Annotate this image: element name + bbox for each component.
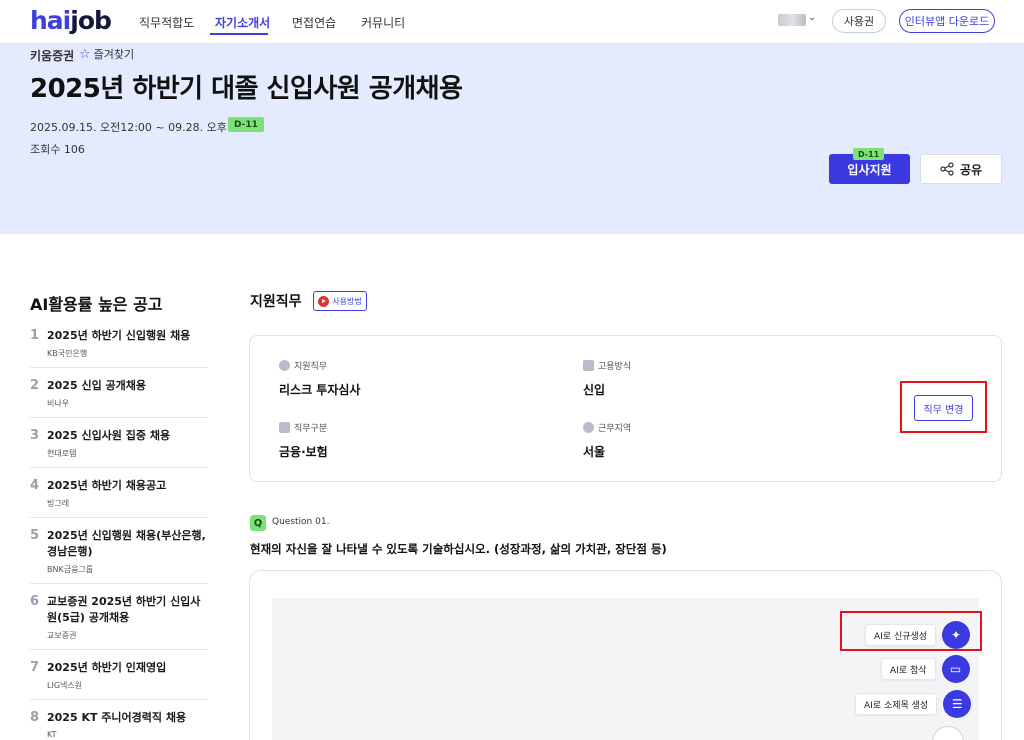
posting-title: 교보증권 2025년 하반기 신입사원(5급) 공개채용 (47, 595, 201, 624)
ai-revise-label[interactable]: AI로 첨삭 (881, 658, 936, 680)
popular-postings-list: 1 2025년 하반기 신입행원 채용 KB국민은행 2 2025 신입 공개채용비나… (30, 318, 208, 740)
favorite-button[interactable]: ☆ 즐겨찾기 (79, 46, 134, 62)
category-icon (279, 422, 290, 433)
posting-title: 2025년 하반기 인재영입 (47, 661, 167, 674)
rank-number: 1 (30, 328, 40, 343)
share-label: 공유 (959, 162, 983, 177)
chevron-down-icon[interactable]: ⌄ (808, 12, 816, 23)
company-name[interactable]: 키움증권 (30, 47, 74, 64)
list-item[interactable]: 4 2025년 하반기 채용공고빙그레 (30, 468, 208, 518)
ai-subtitle-label[interactable]: AI로 소제목 생성 (855, 693, 938, 715)
rank-number: 3 (30, 428, 40, 443)
document-icon[interactable]: ☰ (943, 690, 972, 718)
highlight-box (900, 381, 987, 433)
posting-company: 빙그레 (47, 499, 70, 508)
target-icon (279, 360, 290, 371)
question-text: 현재의 자신을 잘 나타낼 수 있도록 기술하십시오. (성장과정, 삶의 가치… (250, 542, 667, 556)
rank-number: 6 (30, 594, 40, 609)
rank-number: 4 (30, 478, 40, 493)
list-item[interactable]: 1 2025년 하반기 신입행원 채용 KB국민은행 (30, 318, 208, 368)
share-button[interactable]: 공유 (920, 154, 1002, 184)
list-item[interactable]: 5 2025년 신입행원 채용(부산은행, 경남은행) BNK금융그룹 (30, 518, 208, 584)
calendar-icon (583, 360, 594, 371)
ai-revise-row: AI로 첨삭 ▭ (881, 655, 970, 683)
posting-company: 교보증권 (47, 631, 77, 640)
profile-avatar[interactable] (778, 14, 806, 26)
ai-subtitle-row: AI로 소제목 생성 ☰ (855, 690, 972, 718)
nav-interview[interactable]: 면접연습 (292, 14, 336, 31)
share-icon (940, 162, 954, 176)
question-number: Question 01. (272, 517, 330, 527)
apply-dday-badge: D-11 (853, 148, 885, 160)
posting-company: 비나우 (47, 399, 70, 408)
rank-number: 7 (30, 660, 40, 675)
howto-button[interactable]: 사용방법 (313, 291, 367, 311)
job-info-card (249, 335, 1002, 482)
application-period: 2025.09.15. 오전12:00 ~ 09.28. 오후11:00 (30, 121, 259, 134)
posting-title: 2025년 하반기 신입행원 채용 (47, 329, 191, 342)
posting-title: 2025 신입사원 집중 채용 (47, 429, 171, 442)
posting-company: KB국민은행 (47, 349, 88, 358)
nav-community[interactable]: 커뮤니티 (361, 14, 405, 31)
posting-title: 2025년 하반기 채용공고 (47, 479, 167, 492)
job-field-value: 리스크 투자심사 (279, 383, 361, 397)
youtube-play-icon (318, 295, 330, 307)
sidebar-title: AI활용률 높은 공고 (30, 295, 163, 314)
view-count: 조회수 106 (30, 143, 85, 156)
job-category-value: 금융·보험 (279, 445, 328, 459)
posting-company: BNK금융그룹 (47, 565, 94, 574)
list-item[interactable]: 2 2025 신입 공개채용비나우 (30, 368, 208, 418)
posting-company: KT (47, 730, 57, 739)
location-value: 서울 (583, 445, 606, 459)
top-navigation: haijob 직무적합도 자기소개서 면접연습 커뮤니티 ⌄ 사용권 인터뷰앱 … (0, 0, 1024, 44)
posting-title: 2025 신입 공개채용 (47, 379, 146, 392)
list-item[interactable]: 7 2025년 하반기 인재영입 LIG넥스원 (30, 650, 208, 700)
rank-number: 8 (30, 710, 40, 725)
job-field-label: 지원직무 (279, 359, 327, 372)
posting-company: LIG넥스원 (47, 681, 83, 690)
active-nav-indicator (210, 33, 268, 35)
page-title: 2025년 하반기 대졸 신입사원 공개채용 (30, 74, 463, 104)
rank-number: 2 (30, 378, 40, 393)
star-icon: ☆ (79, 46, 91, 62)
highlight-box (840, 611, 982, 651)
list-item[interactable]: 8 2025 KT 주니어경력직 채용 KT (30, 700, 208, 740)
dday-badge: D-11 (228, 117, 264, 132)
howto-label: 사용방법 (332, 296, 362, 306)
location-label: 근무지역 (583, 421, 631, 434)
nav-cover-letter[interactable]: 자기소개서 (215, 14, 270, 31)
posting-title: 2025 KT 주니어경력직 채용 (47, 711, 187, 724)
section-title: 지원직무 (250, 294, 302, 310)
haijob-logo[interactable]: haijob (30, 6, 112, 35)
ticket-button[interactable]: 사용권 (832, 9, 886, 33)
posting-title: 2025년 신입행원 채용(부산은행, 경남은행) (47, 529, 206, 558)
question-badge: Q (250, 515, 266, 531)
list-item[interactable]: 3 2025 신입사원 집중 채용현대로템 (30, 418, 208, 468)
edit-box-icon[interactable]: ▭ (941, 655, 970, 683)
posting-company: 현대로템 (47, 449, 77, 458)
app-download-button[interactable]: 인터뷰앱 다운로드 (899, 9, 995, 33)
location-pin-icon (583, 422, 594, 433)
job-category-label: 직무구분 (279, 421, 327, 434)
nav-job-fit[interactable]: 직무적합도 (139, 14, 194, 31)
employment-type-label: 고용방식 (583, 359, 631, 372)
employment-type-value: 신입 (583, 383, 606, 397)
rank-number: 5 (30, 528, 40, 543)
favorite-label: 즐겨찾기 (93, 48, 135, 61)
list-item[interactable]: 6 교보증권 2025년 하반기 신입사원(5급) 공개채용교보증권 (30, 584, 208, 650)
